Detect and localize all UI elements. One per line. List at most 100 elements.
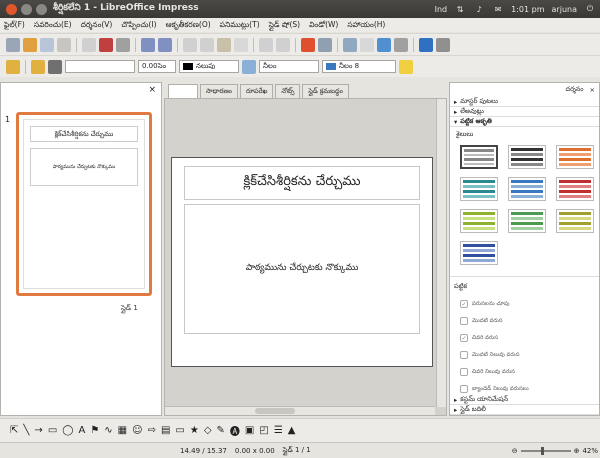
menu-window[interactable]: విండో(W) (309, 20, 338, 31)
edit-icon[interactable] (82, 37, 96, 52)
curve-icon[interactable]: ∿ (104, 425, 112, 436)
zoom-in-icon[interactable]: ⊕ (574, 447, 580, 455)
menu-edit[interactable]: సవరించు(E) (34, 20, 72, 31)
autospell-icon[interactable] (158, 37, 172, 52)
paste-icon[interactable] (217, 37, 231, 52)
ellipse-icon[interactable]: ◯ (62, 425, 73, 436)
close-icon[interactable]: × (590, 86, 595, 94)
menu-format[interactable]: ఆకృతీకరణ(O) (166, 20, 211, 31)
mail-icon[interactable]: ✉ (492, 5, 504, 14)
arrow-icon[interactable]: → (34, 425, 42, 436)
align-icon[interactable]: ☰ (274, 425, 283, 436)
extrusion-icon[interactable]: ◰ (259, 425, 268, 436)
scroll-thumb[interactable] (255, 408, 295, 414)
table-style-red[interactable] (556, 177, 594, 201)
line-style-icon[interactable] (31, 59, 45, 74)
view-menu[interactable]: దర్శనం (566, 85, 584, 95)
tab-notes[interactable]: నోట్స్ (275, 84, 301, 98)
user-name[interactable]: arjuna (552, 5, 577, 14)
menu-insert[interactable]: చొప్పించు(I) (121, 20, 156, 31)
slide-canvas[interactable]: క్లిక్‌చేసిశీర్షికను చేర్చుము పాఠ్యమును … (171, 157, 433, 367)
area-style-select[interactable]: నీలం (259, 60, 319, 73)
clone-icon[interactable] (234, 37, 248, 52)
zoom-out-icon[interactable]: ⊖ (512, 447, 518, 455)
menu-slideshow[interactable]: స్లైడ్ షో(S) (269, 20, 300, 31)
help-icon[interactable] (419, 37, 433, 52)
table-style-green[interactable] (508, 209, 546, 233)
undo-icon[interactable] (259, 37, 273, 52)
rectangle-icon[interactable]: ▭ (48, 425, 57, 436)
email-icon[interactable] (57, 37, 71, 52)
line-icon[interactable]: ╲ (23, 425, 29, 436)
table-style-navy[interactable] (460, 241, 498, 265)
section-table-design[interactable]: ▾ పట్టిక ఆకృతి (450, 117, 599, 127)
body-placeholder[interactable]: పాఠ్యమును చేర్చుటకు నొక్కుము (184, 204, 420, 334)
vertical-scrollbar[interactable] (436, 99, 446, 407)
image-insert-icon[interactable]: ▣ (245, 425, 254, 436)
open-icon[interactable] (23, 37, 37, 52)
line-color-select[interactable]: నలుపు (179, 60, 239, 73)
slide-icon[interactable] (6, 59, 20, 74)
option-last-column[interactable]: చివరి నిలువు వరుస (450, 363, 599, 380)
cut-icon[interactable] (183, 37, 197, 52)
tab-slide-sorter[interactable]: స్లైడ్ క్రమబద్ధం (302, 84, 349, 98)
tab-outline[interactable]: రూపరేఖ (239, 84, 274, 98)
gallery-icon[interactable] (436, 37, 450, 52)
table-style-lime[interactable] (460, 209, 498, 233)
keyboard-indicator[interactable]: Ind (435, 5, 448, 14)
menu-view[interactable]: దర్శనం(V) (81, 20, 113, 31)
section-slide-transition[interactable]: ▸ స్లైడ్ బదిలీ (450, 405, 599, 415)
minimize-window-button[interactable] (21, 3, 32, 15)
network-icon[interactable]: ⇅ (454, 5, 466, 14)
print-icon[interactable] (116, 37, 130, 52)
symbol-icon[interactable]: ☺ (132, 425, 142, 436)
horizontal-scrollbar[interactable] (165, 406, 435, 415)
copy-icon[interactable] (200, 37, 214, 52)
block-arrow-icon[interactable]: ⇨ (148, 425, 156, 436)
menu-tools[interactable]: పనిముట్లు(T) (220, 20, 260, 31)
option-first-row[interactable]: మొదటి వరుస (450, 312, 599, 329)
section-layouts[interactable]: ▸ లేఅవుట్లు (450, 107, 599, 117)
callout-icon[interactable]: ▭ (175, 425, 184, 436)
table-style-olive[interactable] (556, 209, 594, 233)
zoom-control[interactable]: ⊖ ⊕ 42% (512, 446, 600, 455)
grid-icon[interactable] (360, 37, 374, 52)
flowchart-icon[interactable]: ▤ (161, 425, 170, 436)
table-style-teal[interactable] (460, 177, 498, 201)
menu-file[interactable]: ఫైల్(F) (4, 20, 25, 31)
power-icon[interactable]: ⏻ (584, 4, 596, 14)
new-icon[interactable] (6, 37, 20, 52)
section-master-pages[interactable]: ▸ మాస్టర్ పుటలు (450, 97, 599, 107)
maximize-window-button[interactable] (36, 3, 47, 15)
arrow-style-icon[interactable] (48, 59, 62, 74)
area-fill-select[interactable]: నీలం 8 (322, 60, 396, 73)
zoom-icon[interactable] (394, 37, 408, 52)
volume-icon[interactable]: ♪ (473, 5, 485, 14)
table-style-orange[interactable] (556, 145, 594, 169)
save-icon[interactable] (40, 37, 54, 52)
tab-normal[interactable]: సాధారణం (200, 84, 238, 98)
table-icon[interactable] (318, 37, 332, 52)
line-width-input[interactable]: 0.00సెం (138, 60, 176, 73)
zoom-slider[interactable] (520, 446, 571, 455)
option-banded-rows[interactable]: ✓ చివరి వరుస (450, 329, 599, 346)
text-icon[interactable]: A (78, 425, 85, 436)
pdf-icon[interactable] (99, 37, 113, 52)
slide-thumbnail[interactable]: క్లిక్‌చేసిశీర్షికను చేర్చుము పాఠ్యమును … (16, 112, 152, 296)
table-style-blue[interactable] (508, 177, 546, 201)
fontwork-gallery-icon[interactable]: 🅐 (230, 423, 240, 438)
table-style-dark[interactable] (508, 145, 546, 169)
star-icon[interactable]: ★ (190, 425, 199, 436)
redo-icon[interactable] (276, 37, 290, 52)
select-icon[interactable]: ⇱ (10, 425, 18, 436)
area-style-icon[interactable] (242, 59, 256, 74)
shapes-icon[interactable]: ▦ (118, 425, 127, 436)
image-icon[interactable] (343, 37, 357, 52)
glue-icon[interactable]: ✎ (217, 425, 225, 436)
line-style-select[interactable] (65, 60, 135, 73)
fontwork-icon[interactable]: ⚑ (90, 425, 99, 436)
option-first-column[interactable]: మొదటి నిలువు వరుస (450, 346, 599, 363)
section-custom-animation[interactable]: ▸ కస్టమ్ యానిమేషన్ (450, 395, 599, 405)
table-style-gray[interactable] (460, 145, 498, 169)
points-icon[interactable]: ◇ (204, 425, 212, 436)
